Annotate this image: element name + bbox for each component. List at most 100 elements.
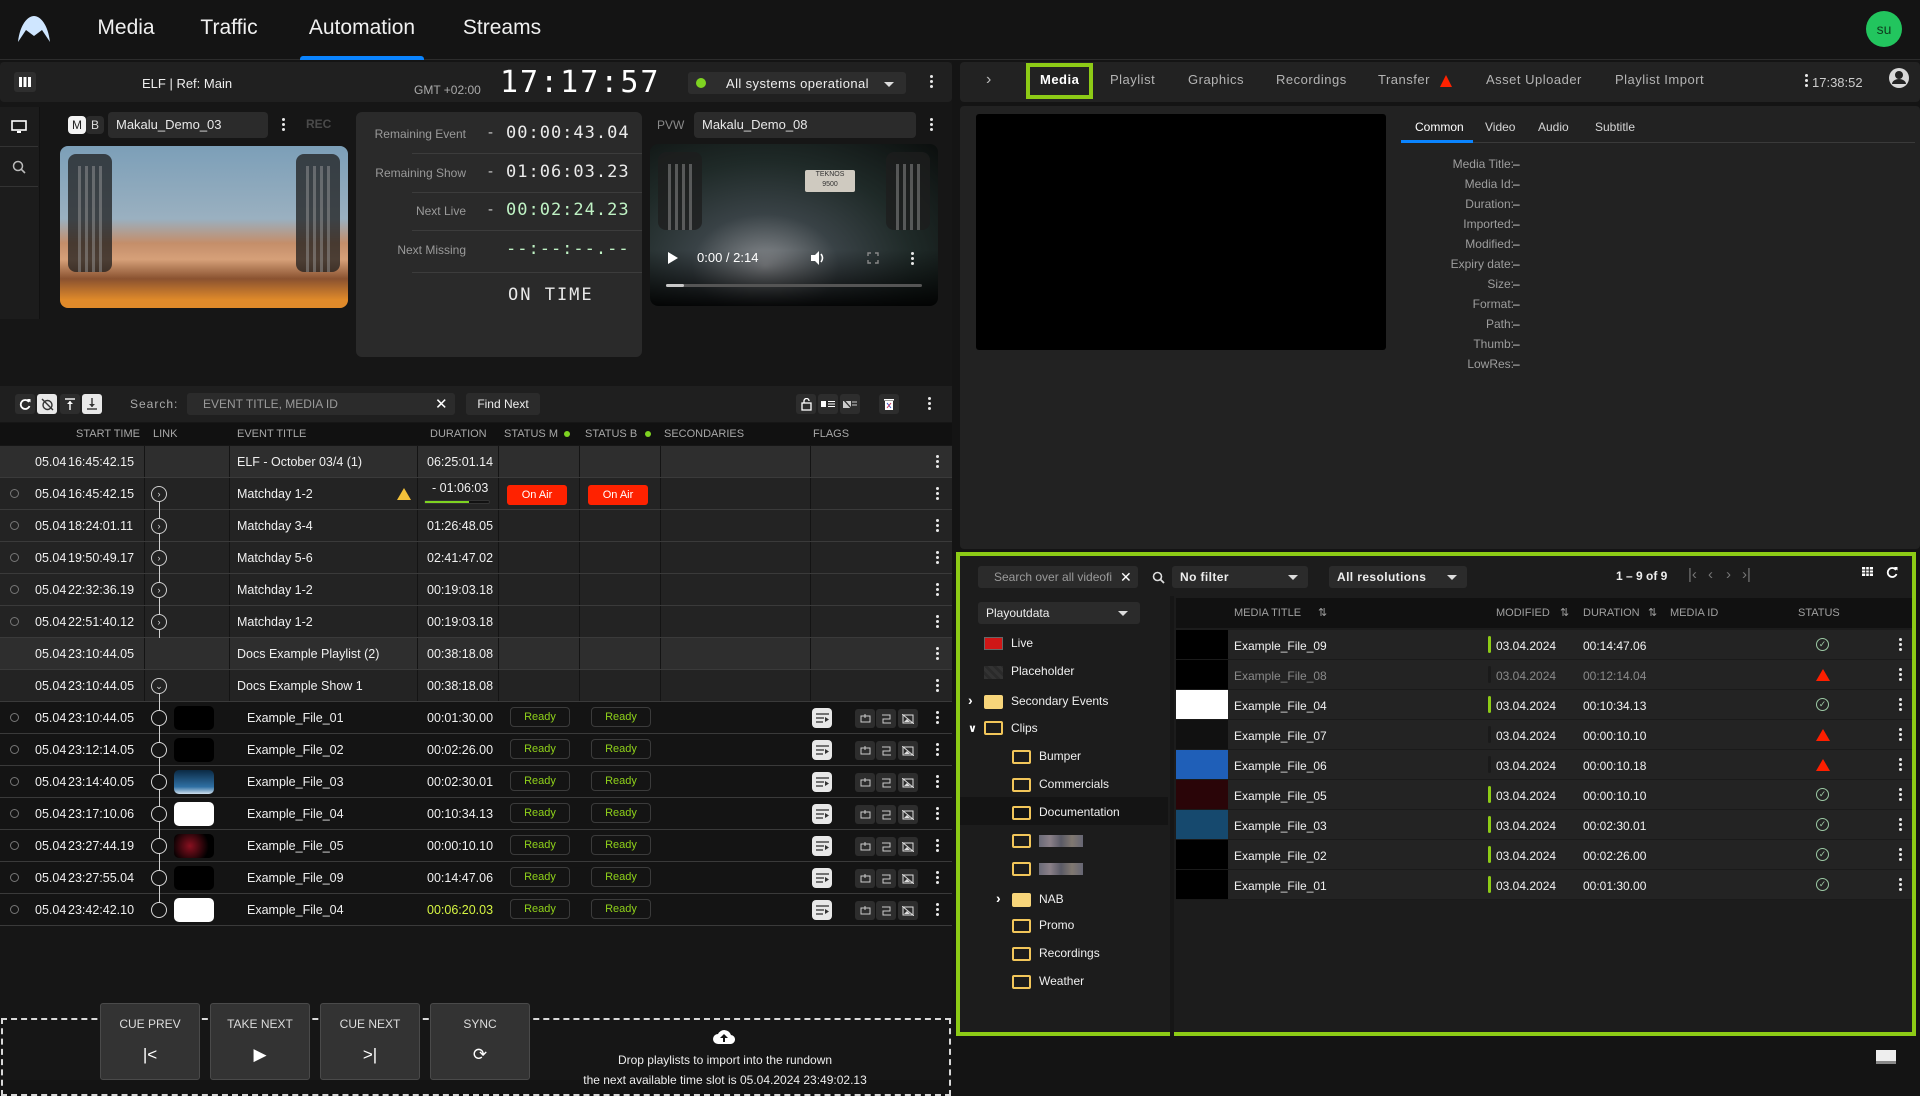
resolution-dropdown[interactable]: All resolutions (1329, 566, 1467, 588)
system-status-dropdown[interactable]: All systems operational (688, 72, 906, 94)
transition-flag-button[interactable] (876, 741, 896, 760)
row-menu-kebab-icon[interactable] (935, 518, 939, 534)
playlist-flag-button[interactable] (812, 804, 832, 824)
row-menu-kebab-icon[interactable] (935, 838, 939, 854)
view-list-button[interactable] (818, 394, 838, 414)
media-search-input[interactable]: Search over all videofi ✕ (978, 566, 1138, 588)
panel-menu-kebab-icon[interactable] (1803, 73, 1809, 89)
no-graphics-flag-button[interactable] (898, 901, 918, 920)
hide-thumbnails-button[interactable] (840, 394, 860, 414)
scroll-bottom-button[interactable] (82, 394, 102, 414)
delete-button[interactable] (879, 394, 899, 414)
grid-view-icon[interactable] (1862, 567, 1873, 576)
column-start-time[interactable]: START TIME (76, 428, 140, 440)
transition-flag-button[interactable] (876, 709, 896, 728)
media-row[interactable]: Example_File_01 03.04.2024 00:01:30.00 ✓ (1176, 870, 1912, 900)
monitor-view-button[interactable] (0, 107, 38, 147)
tree-item[interactable]: Live (968, 636, 1033, 651)
cue-prev-button[interactable]: CUE PREV |< (100, 1003, 200, 1080)
tab-recordings[interactable]: Recordings (1276, 72, 1347, 87)
rundown-row[interactable]: 05.04 23:42:42.10 Example_File_04 00:06:20.… (0, 894, 952, 926)
clip-link-circle[interactable] (151, 870, 167, 886)
column-duration[interactable]: DURATION (430, 428, 487, 440)
first-page-icon[interactable]: |‹ (1688, 566, 1697, 583)
preview-menu-kebab-icon[interactable] (928, 117, 934, 133)
preview-video-player[interactable]: TEKNOS 9500 0:00 / 2:14 (650, 144, 938, 306)
loop-flag-button[interactable] (855, 709, 875, 728)
lock-button[interactable] (796, 394, 816, 414)
row-menu-kebab-icon[interactable] (935, 646, 939, 662)
status-b-ready[interactable]: Ready (591, 803, 651, 823)
player-more-kebab-icon[interactable] (909, 251, 915, 267)
loop-flag-button[interactable] (855, 901, 875, 920)
media-row-kebab-icon[interactable] (1898, 877, 1902, 893)
no-graphics-flag-button[interactable] (898, 805, 918, 824)
playlist-flag-button[interactable] (812, 900, 832, 920)
row-menu-kebab-icon[interactable] (935, 774, 939, 790)
clip-link-circle[interactable] (151, 710, 167, 726)
transition-flag-button[interactable] (876, 805, 896, 824)
media-row[interactable]: Example_File_03 03.04.2024 00:02:30.01 ✓ (1176, 810, 1912, 840)
transition-flag-button[interactable] (876, 837, 896, 856)
media-row-kebab-icon[interactable] (1898, 727, 1902, 743)
row-menu-kebab-icon[interactable] (935, 710, 939, 726)
column-media-id[interactable]: MEDIA ID (1670, 607, 1718, 619)
clip-link-circle[interactable] (151, 806, 167, 822)
sync-button[interactable]: SYNC ⟳ (430, 1003, 530, 1080)
status-b-ready[interactable]: Ready (591, 899, 651, 919)
status-b-ready[interactable]: Ready (591, 707, 651, 727)
rundown-row[interactable]: 05.04 23:14:40.05 Example_File_03 00:02:30.… (0, 766, 952, 798)
status-b-ready[interactable]: Ready (591, 835, 651, 855)
column-modified[interactable]: MODIFIED (1496, 607, 1550, 619)
column-duration[interactable]: DURATION (1583, 607, 1640, 619)
tree-item[interactable] (996, 833, 1083, 849)
status-m-ready[interactable]: Ready (510, 803, 570, 823)
status-m-ready[interactable]: Ready (510, 771, 570, 791)
link-chevron-right-icon[interactable]: › (151, 550, 167, 566)
user-avatar[interactable]: su (1866, 11, 1902, 47)
clip-link-circle[interactable] (151, 742, 167, 758)
next-page-icon[interactable]: › (1726, 566, 1731, 583)
media-row-kebab-icon[interactable] (1898, 847, 1902, 863)
tree-item[interactable] (996, 862, 1083, 877)
take-next-button[interactable]: TAKE NEXT ▶ (210, 1003, 310, 1080)
tab-media[interactable]: Media (1040, 72, 1079, 87)
rundown-row[interactable]: 05.04 16:45:42.15 › Matchday 1-2 - 01:06:03 O… (0, 478, 952, 510)
search-view-button[interactable] (0, 147, 38, 187)
clip-link-circle[interactable] (151, 902, 167, 918)
fullscreen-icon[interactable] (867, 252, 879, 264)
rundown-row[interactable]: 05.04 23:17:10.06 Example_File_04 00:10:34.… (0, 798, 952, 830)
playlist-flag-button[interactable] (812, 772, 832, 792)
tree-item[interactable]: ∨ Clips (968, 721, 1038, 736)
loop-flag-button[interactable] (855, 837, 875, 856)
status-m-ready[interactable]: Ready (510, 899, 570, 919)
loop-flag-button[interactable] (855, 869, 875, 888)
subtab-common[interactable]: Common (1415, 120, 1464, 134)
nav-tab-traffic[interactable]: Traffic (198, 0, 260, 60)
media-row-kebab-icon[interactable] (1898, 757, 1902, 773)
program-menu-kebab-icon[interactable] (280, 117, 286, 133)
row-menu-kebab-icon[interactable] (935, 870, 939, 886)
scroll-top-button[interactable] (60, 394, 80, 414)
subtab-video[interactable]: Video (1485, 120, 1515, 134)
last-page-icon[interactable]: ›| (1742, 566, 1751, 583)
media-filter-dropdown[interactable]: No filter (1172, 566, 1308, 588)
media-row[interactable]: Example_File_05 03.04.2024 00:00:10.10 ✓ (1176, 780, 1912, 810)
user-account-icon[interactable] (1888, 67, 1910, 89)
nav-tab-media[interactable]: Media (92, 0, 160, 60)
refresh-button[interactable] (15, 394, 35, 414)
nav-tab-streams[interactable]: Streams (462, 0, 542, 60)
status-m-ready[interactable]: Ready (510, 707, 570, 727)
no-graphics-flag-button[interactable] (898, 837, 918, 856)
media-row[interactable]: Example_File_09 03.04.2024 00:14:47.06 ✓ (1176, 630, 1912, 660)
media-row-kebab-icon[interactable] (1898, 697, 1902, 713)
status-b-ready[interactable]: Ready (591, 771, 651, 791)
link-chevron-right-icon[interactable]: › (151, 518, 167, 534)
transition-flag-button[interactable] (876, 869, 896, 888)
link-chevron-down-icon[interactable]: ⌄ (151, 678, 167, 694)
row-menu-kebab-icon[interactable] (935, 902, 939, 918)
main-badge[interactable]: M (68, 116, 86, 134)
no-graphics-flag-button[interactable] (898, 869, 918, 888)
rundown-row[interactable]: 05.04 23:12:14.05 Example_File_02 00:02:26.… (0, 734, 952, 766)
rundown-row[interactable]: 05.04 22:51:40.12 › Matchday 1-2 00:19:03.18 (0, 606, 952, 638)
